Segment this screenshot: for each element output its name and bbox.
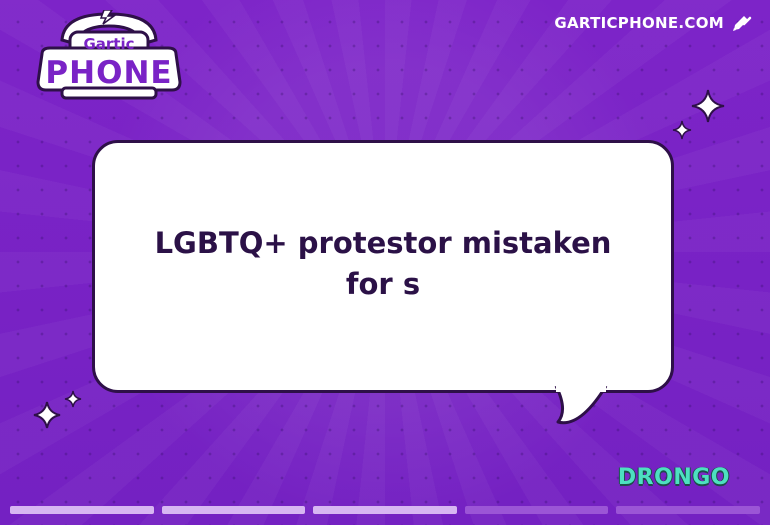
logo-graphic: Gartic PHONE xyxy=(36,9,182,100)
small-sparkle-icon xyxy=(672,120,692,140)
sparkle-icon xyxy=(691,89,725,123)
progress-segment xyxy=(616,506,760,514)
gartic-phone-logo: Gartic PHONE xyxy=(34,9,184,102)
bubble-tail xyxy=(554,386,608,425)
progress-segment xyxy=(10,506,154,514)
logo-bottom-word: PHONE xyxy=(45,55,172,91)
progress-segment xyxy=(313,506,457,514)
site-link[interactable]: GARTICPHONE.COM xyxy=(554,14,752,32)
pen-icon xyxy=(733,16,752,31)
site-label: GARTICPHONE.COM xyxy=(554,14,724,32)
prompt-text: LGBTQ+ protestor mistaken for s xyxy=(154,225,612,301)
logo-top-word: Gartic xyxy=(83,35,134,53)
progress-segment xyxy=(161,506,306,514)
small-sparkle-icon xyxy=(64,390,82,408)
sparkle-icon xyxy=(33,401,61,429)
round-progress-bar xyxy=(10,506,760,514)
prompt-speech-bubble: LGBTQ+ protestor mistaken for s xyxy=(92,140,682,430)
author-name: DRONGO xyxy=(617,465,730,490)
progress-segment xyxy=(464,506,609,514)
bubble-body: LGBTQ+ protestor mistaken for s xyxy=(92,140,674,393)
